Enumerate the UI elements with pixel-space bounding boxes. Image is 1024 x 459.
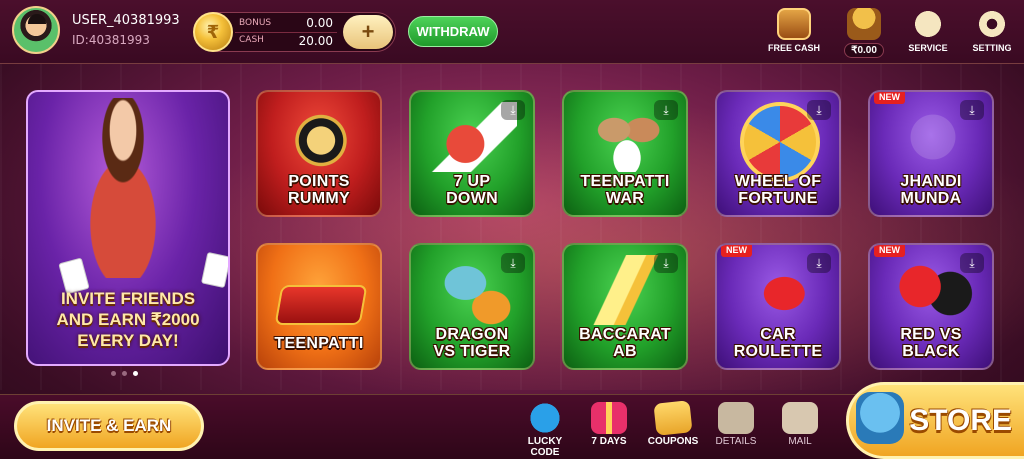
lucky-code-button[interactable]: LUCKY CODE (515, 402, 575, 458)
bonus-label: BONUS (239, 18, 272, 28)
telegram-icon (527, 402, 563, 434)
cash-label: CASH (239, 35, 264, 45)
cash-value: 20.00 (298, 34, 333, 48)
new-badge: NEW (721, 245, 752, 257)
poker-chip-icon (278, 102, 364, 172)
promo-line-1: INVITE FRIENDS (60, 289, 196, 308)
mail-button[interactable]: MAIL (770, 402, 830, 447)
game-title: POINTS RUMMY (288, 173, 350, 207)
game-title: 7 UP DOWN (446, 173, 498, 207)
promo-character-image (58, 98, 188, 278)
download-icon[interactable]: ⤓ (807, 253, 831, 273)
game-title: DRAGON VS TIGER (433, 326, 511, 360)
service-button[interactable]: SERVICE (898, 8, 958, 53)
user-id: ID:40381993 (72, 33, 150, 47)
gear-icon (975, 8, 1009, 40)
coin-icon: ₹ (193, 12, 233, 52)
coupons-label: COUPONS (647, 436, 699, 447)
game-title: TEENPATTI (274, 335, 364, 352)
download-icon[interactable]: ⤓ (807, 100, 831, 120)
coupon-icon (653, 400, 693, 436)
carousel-dot[interactable] (122, 371, 127, 376)
treasure-chest-icon (777, 8, 811, 40)
game-tile-jhandi-munda[interactable]: NEW ⤓ JHANDI MUNDA (868, 90, 994, 217)
seven-days-label: 7 DAYS (591, 436, 627, 447)
wallet-bag-icon (856, 392, 904, 444)
promo-line-3: EVERY DAY! (77, 331, 179, 350)
money-pot-icon (847, 8, 881, 40)
gift-icon (591, 402, 627, 434)
promo-text: INVITE FRIENDS AND EARN ₹2000 EVERY DAY! (28, 288, 228, 351)
game-title: CAR ROULETTE (733, 326, 823, 360)
game-title: JHANDI MUNDA (900, 173, 962, 207)
new-badge: NEW (874, 245, 905, 257)
game-tile-red-vs-black[interactable]: NEW ⤓ RED VS BLACK (868, 243, 994, 370)
setting-label: SETTING (972, 43, 1012, 53)
game-title: WHEEL OF FORTUNE (734, 173, 822, 207)
playing-card-icon (200, 251, 228, 289)
download-icon[interactable]: ⤓ (501, 253, 525, 273)
carousel-dot[interactable] (111, 371, 116, 376)
list-icon (718, 402, 754, 434)
bonus-value: 0.00 (306, 16, 333, 30)
invite-earn-button[interactable]: INVITE & EARN (14, 401, 204, 451)
download-icon[interactable]: ⤓ (960, 100, 984, 120)
carousel-dots[interactable] (111, 371, 138, 376)
add-cash-button[interactable]: + (343, 15, 393, 49)
download-icon[interactable]: ⤓ (654, 253, 678, 273)
game-tile-car-roulette[interactable]: NEW ⤓ CAR ROULETTE (715, 243, 841, 370)
game-tile-baccarat-ab[interactable]: ⤓ BACCARAT AB (562, 243, 688, 370)
lucky-code-label: LUCKY CODE (527, 436, 563, 458)
game-title: RED VS BLACK (900, 326, 962, 360)
new-badge: NEW (874, 92, 905, 104)
game-tile-teenpatti-war[interactable]: ⤓ TEENPATTI WAR (562, 90, 688, 217)
game-tile-points-rummy[interactable]: POINTS RUMMY (256, 90, 382, 217)
game-title: BACCARAT AB (579, 326, 671, 360)
download-icon[interactable]: ⤓ (960, 253, 984, 273)
chat-bubble-icon (911, 8, 945, 40)
promo-line-2: AND EARN ₹2000 (56, 310, 200, 329)
game-tile-wheel-of-fortune[interactable]: ⤓ WHEEL OF FORTUNE (715, 90, 841, 217)
download-icon[interactable]: ⤓ (501, 100, 525, 120)
free-cash-button[interactable]: FREE CASH (764, 8, 824, 53)
game-tile-7-up-down[interactable]: ⤓ 7 UP DOWN (409, 90, 535, 217)
download-icon[interactable]: ⤓ (654, 100, 678, 120)
top-bar: USER_40381993 ID:40381993 ₹ BONUS 0.00 C… (0, 0, 1024, 64)
balance-value: ₹0.00 (844, 43, 884, 58)
service-label: SERVICE (908, 43, 948, 53)
mail-label: MAIL (788, 436, 812, 447)
withdraw-button[interactable]: WITHDRAW (408, 16, 498, 47)
coupons-button[interactable]: COUPONS (643, 400, 703, 447)
wallet-panel[interactable]: ₹ BONUS 0.00 CASH 20.00 + (193, 12, 396, 52)
username: USER_40381993 (72, 13, 180, 28)
free-cash-label: FREE CASH (767, 43, 820, 53)
wallet-divider (235, 32, 337, 33)
details-label: DETAILS (715, 436, 757, 447)
card-stack-icon (274, 285, 368, 325)
details-button[interactable]: DETAILS (706, 402, 766, 447)
mail-icon (782, 402, 818, 434)
balance-button[interactable]: ₹0.00 (834, 8, 894, 58)
carousel-dot-active[interactable] (133, 371, 138, 376)
game-tile-dragon-vs-tiger[interactable]: ⤓ DRAGON VS TIGER (409, 243, 535, 370)
game-tile-teenpatti[interactable]: TEENPATTI (256, 243, 382, 370)
promo-banner[interactable]: INVITE FRIENDS AND EARN ₹2000 EVERY DAY! (26, 90, 230, 366)
avatar[interactable] (12, 6, 60, 54)
seven-days-button[interactable]: 7 DAYS (579, 402, 639, 447)
game-title: TEENPATTI WAR (580, 173, 670, 207)
setting-button[interactable]: SETTING (962, 8, 1022, 53)
